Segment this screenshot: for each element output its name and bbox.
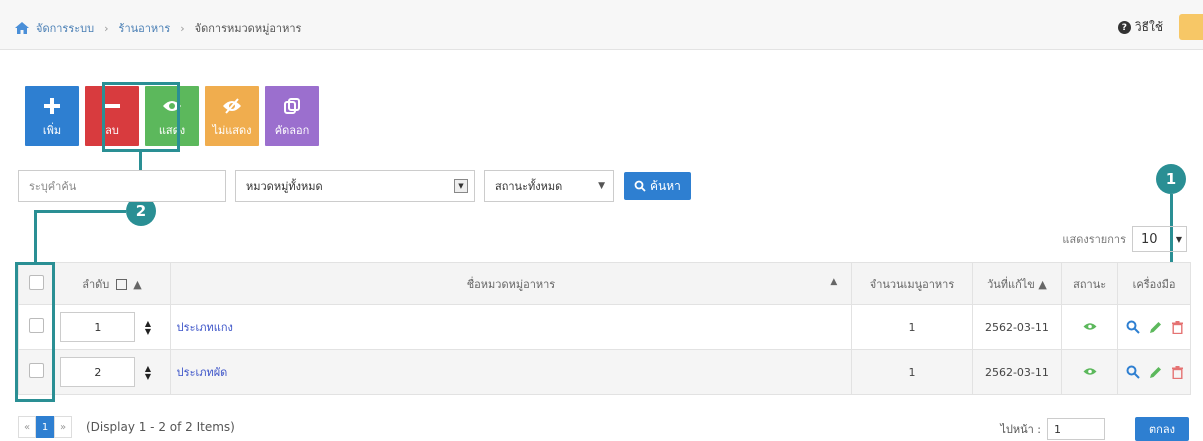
per-page-select[interactable]: 10 ▼ — [1132, 226, 1187, 252]
name-cell: ประเภทแกง — [169, 304, 853, 350]
tools-cell — [1117, 349, 1191, 395]
top-bar: จัดการระบบ › ร้านอาหาร › จัดการหมวดหมู่อ… — [0, 0, 1203, 50]
category-select-value: หมวดหมู่ทั้งหมด — [246, 180, 323, 193]
tools-cell — [1117, 304, 1191, 350]
next-page-button[interactable]: » — [54, 416, 72, 438]
chevron-down-icon: ▼ — [598, 181, 605, 191]
date-header-label: วันที่แก้ไข — [987, 277, 1035, 291]
order-stepper[interactable]: ▲ ▼ — [145, 364, 151, 381]
count-cell: 1 — [851, 304, 973, 350]
pagination: « 1 » (Display 1 - 2 of 2 Items) — [18, 416, 235, 438]
add-button[interactable]: เพิ่ม — [25, 86, 79, 146]
date-cell: 2562-03-11 — [971, 349, 1063, 395]
eye-icon[interactable] — [1083, 322, 1097, 331]
status-cell — [1061, 349, 1119, 395]
status-select-value: สถานะทั้งหมด — [495, 180, 563, 193]
page-1-button[interactable]: 1 — [36, 416, 54, 438]
copy-label: คัดลอก — [274, 124, 310, 137]
search-icon[interactable] — [1126, 320, 1140, 334]
sort-up-icon: ▲ — [1038, 277, 1047, 291]
chevron-down-icon: ▼ — [1175, 234, 1182, 244]
breadcrumb-current: จัดการหมวดหมู่อาหาร — [194, 22, 302, 35]
callout-badge-1: 1 — [1156, 164, 1186, 194]
eye-icon[interactable] — [1083, 367, 1097, 376]
callout-line — [34, 210, 37, 262]
hide-label: ไม่แสดง — [212, 124, 252, 137]
order-cell: 1 ▲ ▼ — [53, 304, 171, 350]
category-select[interactable]: หมวดหมู่ทั้งหมด ▼ — [235, 170, 475, 202]
help-link[interactable]: ? วิธีใช้ — [1117, 18, 1163, 37]
name-cell: ประเภทผัด — [169, 349, 853, 395]
callout-line — [139, 152, 142, 170]
status-cell — [1061, 304, 1119, 350]
status-header: สถานะ — [1061, 262, 1119, 305]
count-cell: 1 — [851, 349, 973, 395]
order-cell: 2 ▲ ▼ — [53, 349, 171, 395]
trash-icon[interactable] — [1171, 320, 1183, 334]
per-page-value: 10 — [1141, 231, 1158, 247]
callout-line — [34, 210, 126, 213]
breadcrumb-separator: › — [180, 21, 185, 35]
dropdown-icon: ▼ — [454, 179, 468, 193]
plus-icon — [42, 93, 62, 119]
goto-label: ไปหน้า : — [1000, 423, 1041, 436]
search-button[interactable]: ค้นหา — [624, 172, 691, 200]
search-icon — [634, 180, 646, 192]
order-input[interactable]: 1 — [60, 312, 136, 342]
help-label: วิธีใช้ — [1134, 20, 1163, 34]
copy-icon — [283, 93, 301, 119]
order-header-label: ลำดับ — [82, 277, 110, 291]
name-header-label: ชื่อหมวดหมู่อาหาร — [466, 277, 556, 291]
sort-up-icon: ▲ — [830, 277, 838, 287]
goto-ok-button[interactable]: ตกลง — [1135, 417, 1189, 441]
category-name-link[interactable]: ประเภทผัด — [177, 366, 228, 379]
name-header[interactable]: ชื่อหมวดหมู่อาหาร ▲ — [169, 262, 853, 305]
eye-slash-icon — [222, 93, 242, 119]
tools-header: เครื่องมือ — [1117, 262, 1191, 305]
breadcrumb: จัดการระบบ › ร้านอาหาร › จัดการหมวดหมู่อ… — [14, 19, 301, 37]
callout-delete-highlight — [102, 82, 180, 152]
category-name-link[interactable]: ประเภทแกง — [177, 321, 233, 334]
order-header[interactable]: ลำดับ ▲ — [53, 262, 171, 305]
prev-page-button[interactable]: « — [18, 416, 36, 438]
hide-button[interactable]: ไม่แสดง — [205, 86, 259, 146]
pagination-info: (Display 1 - 2 of 2 Items) — [86, 420, 235, 434]
save-icon[interactable] — [115, 279, 127, 290]
side-panel-tab[interactable] — [1179, 14, 1203, 40]
copy-button[interactable]: คัดลอก — [265, 86, 319, 146]
table-row: 1 ▲ ▼ ประเภทแกง 1 2562-03-11 — [17, 304, 1191, 350]
add-label: เพิ่ม — [42, 124, 62, 137]
date-header[interactable]: วันที่แก้ไข ▲ — [971, 262, 1063, 305]
status-select[interactable]: สถานะทั้งหมด ▼ — [484, 170, 614, 202]
date-cell: 2562-03-11 — [971, 304, 1063, 350]
goto-page: ไปหน้า : 1 — [1000, 418, 1105, 440]
order-input[interactable]: 2 — [60, 357, 136, 387]
per-page-control: แสดงรายการ 10 ▼ — [1062, 226, 1187, 252]
count-header: จำนวนเมนูอาหาร — [851, 262, 973, 305]
goto-page-input[interactable]: 1 — [1047, 418, 1105, 440]
breadcrumb-separator: › — [104, 21, 109, 35]
callout-checkbox-highlight — [15, 262, 55, 402]
pencil-icon[interactable] — [1149, 321, 1162, 334]
home-icon[interactable] — [14, 21, 30, 35]
breadcrumb-item-system[interactable]: จัดการระบบ — [36, 19, 94, 37]
breadcrumb-item-restaurant[interactable]: ร้านอาหาร — [119, 19, 171, 37]
question-icon: ? — [1117, 21, 1131, 34]
search-icon[interactable] — [1126, 365, 1140, 379]
table-header-row: ลำดับ ▲ ชื่อหมวดหมู่อาหาร ▲ จำนวนเมนูอาห… — [17, 262, 1191, 305]
trash-icon[interactable] — [1171, 365, 1183, 379]
sort-up-icon: ▲ — [133, 277, 142, 291]
order-stepper[interactable]: ▲ ▼ — [145, 319, 151, 336]
keyword-input[interactable]: ระบุคำค้น — [18, 170, 226, 202]
per-page-label: แสดงรายการ — [1062, 233, 1126, 246]
pencil-icon[interactable] — [1149, 366, 1162, 379]
category-table: ลำดับ ▲ ชื่อหมวดหมู่อาหาร ▲ จำนวนเมนูอาห… — [17, 262, 1191, 395]
search-label: ค้นหา — [650, 178, 681, 193]
table-row: 2 ▲ ▼ ประเภทผัด 1 2562-03-11 — [17, 349, 1191, 395]
